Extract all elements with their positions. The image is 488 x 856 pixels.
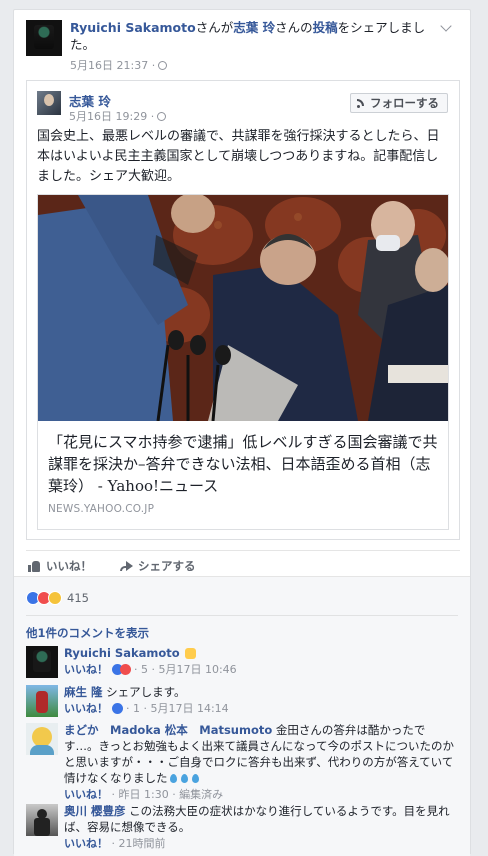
reactions-summary[interactable]: 415 xyxy=(26,591,89,605)
comment-like-link[interactable]: いいね！ xyxy=(64,663,108,676)
droplet-icon xyxy=(191,774,199,783)
thumbs-up-icon xyxy=(28,560,41,572)
post-meta: 5月16日 21:37 · xyxy=(70,57,168,73)
avatar[interactable] xyxy=(26,646,58,678)
shared-post: 志葉 玲 5月16日 19:29 · フォローする 国会史上、最悪レベルの審議で… xyxy=(26,80,460,540)
globe-icon xyxy=(157,112,167,121)
like-reaction-icon xyxy=(111,703,123,714)
avatar[interactable] xyxy=(26,723,58,755)
avatar[interactable] xyxy=(26,804,58,836)
commenter-name[interactable]: 麻生 隆 xyxy=(64,685,103,699)
avatar[interactable] xyxy=(26,20,62,56)
avatar[interactable] xyxy=(37,91,61,115)
globe-icon xyxy=(158,61,168,70)
shared-timestamp[interactable]: 5月16日 19:29 · xyxy=(69,110,154,123)
comment-like-link[interactable]: いいね！ xyxy=(64,837,108,850)
sharer-name-link[interactable]: Ryuichi Sakamoto xyxy=(70,20,196,35)
article-image[interactable] xyxy=(38,195,448,421)
article-title[interactable]: 「花見にスマホ持参で逮捕」低レベルすぎる国会審議で共謀罪を採決か–答弁できない法… xyxy=(48,431,444,497)
post-card: Ryuichi Sakamotoさんが志葉 玲さんの投稿をシェアしました。 5月… xyxy=(13,9,471,856)
shared-post-text: 国会史上、最悪レベルの審議で、共謀罪を強行採決するとしたら、日本はいよいよ民主主… xyxy=(37,129,440,184)
share-button[interactable]: シェアする xyxy=(120,558,196,574)
article-link-card[interactable]: 「花見にスマホ持参で逮捕」低レベルすぎる国会審議で共謀罪を採決か–答弁できない法… xyxy=(37,194,449,530)
droplet-icon xyxy=(180,774,188,783)
comment-like-link[interactable]: いいね！ xyxy=(64,702,108,715)
avatar[interactable] xyxy=(26,685,58,717)
commenter-name[interactable]: 奥川 樱豊彦 xyxy=(64,804,126,818)
post-link[interactable]: 投稿 xyxy=(313,20,338,35)
share-arrow-icon xyxy=(120,560,133,572)
action-bar: いいね！ シェアする xyxy=(26,550,460,575)
hand-emoji-icon xyxy=(185,648,197,659)
comments-section: 415 他1件のコメントを表示 Ryuichi Sakamoto いいね！ · … xyxy=(14,576,470,856)
author-name-link[interactable]: 志葉 玲 xyxy=(233,20,275,35)
article-source: NEWS.YAHOO.CO.JP xyxy=(48,503,155,515)
rss-icon xyxy=(357,98,366,108)
commenter-name[interactable]: Ryuichi Sakamoto xyxy=(64,646,180,660)
comment-text: シェアします。 xyxy=(106,685,186,699)
droplet-icon xyxy=(169,774,177,783)
view-more-comments-link[interactable]: 他1件のコメントを表示 xyxy=(26,625,149,641)
post-timestamp[interactable]: 5月16日 21:37 · xyxy=(70,59,155,72)
shared-post-meta: 5月16日 19:29 · xyxy=(69,108,167,124)
follow-button[interactable]: フォローする xyxy=(350,93,448,113)
love-reaction-icon xyxy=(119,664,131,675)
like-button[interactable]: いいね！ xyxy=(28,558,92,574)
reaction-count: 415 xyxy=(67,591,89,605)
comment-like-link[interactable]: いいね！ xyxy=(64,788,108,801)
post-header: Ryuichi Sakamotoさんが志葉 玲さんの投稿をシェアしました。 5月… xyxy=(26,20,452,80)
divider xyxy=(26,615,458,616)
share-headline: Ryuichi Sakamotoさんが志葉 玲さんの投稿をシェアしました。 xyxy=(70,20,426,52)
sad-reaction-icon xyxy=(48,591,62,605)
commenter-name[interactable]: まどか Madoka 松本 Matsumoto xyxy=(64,723,272,737)
